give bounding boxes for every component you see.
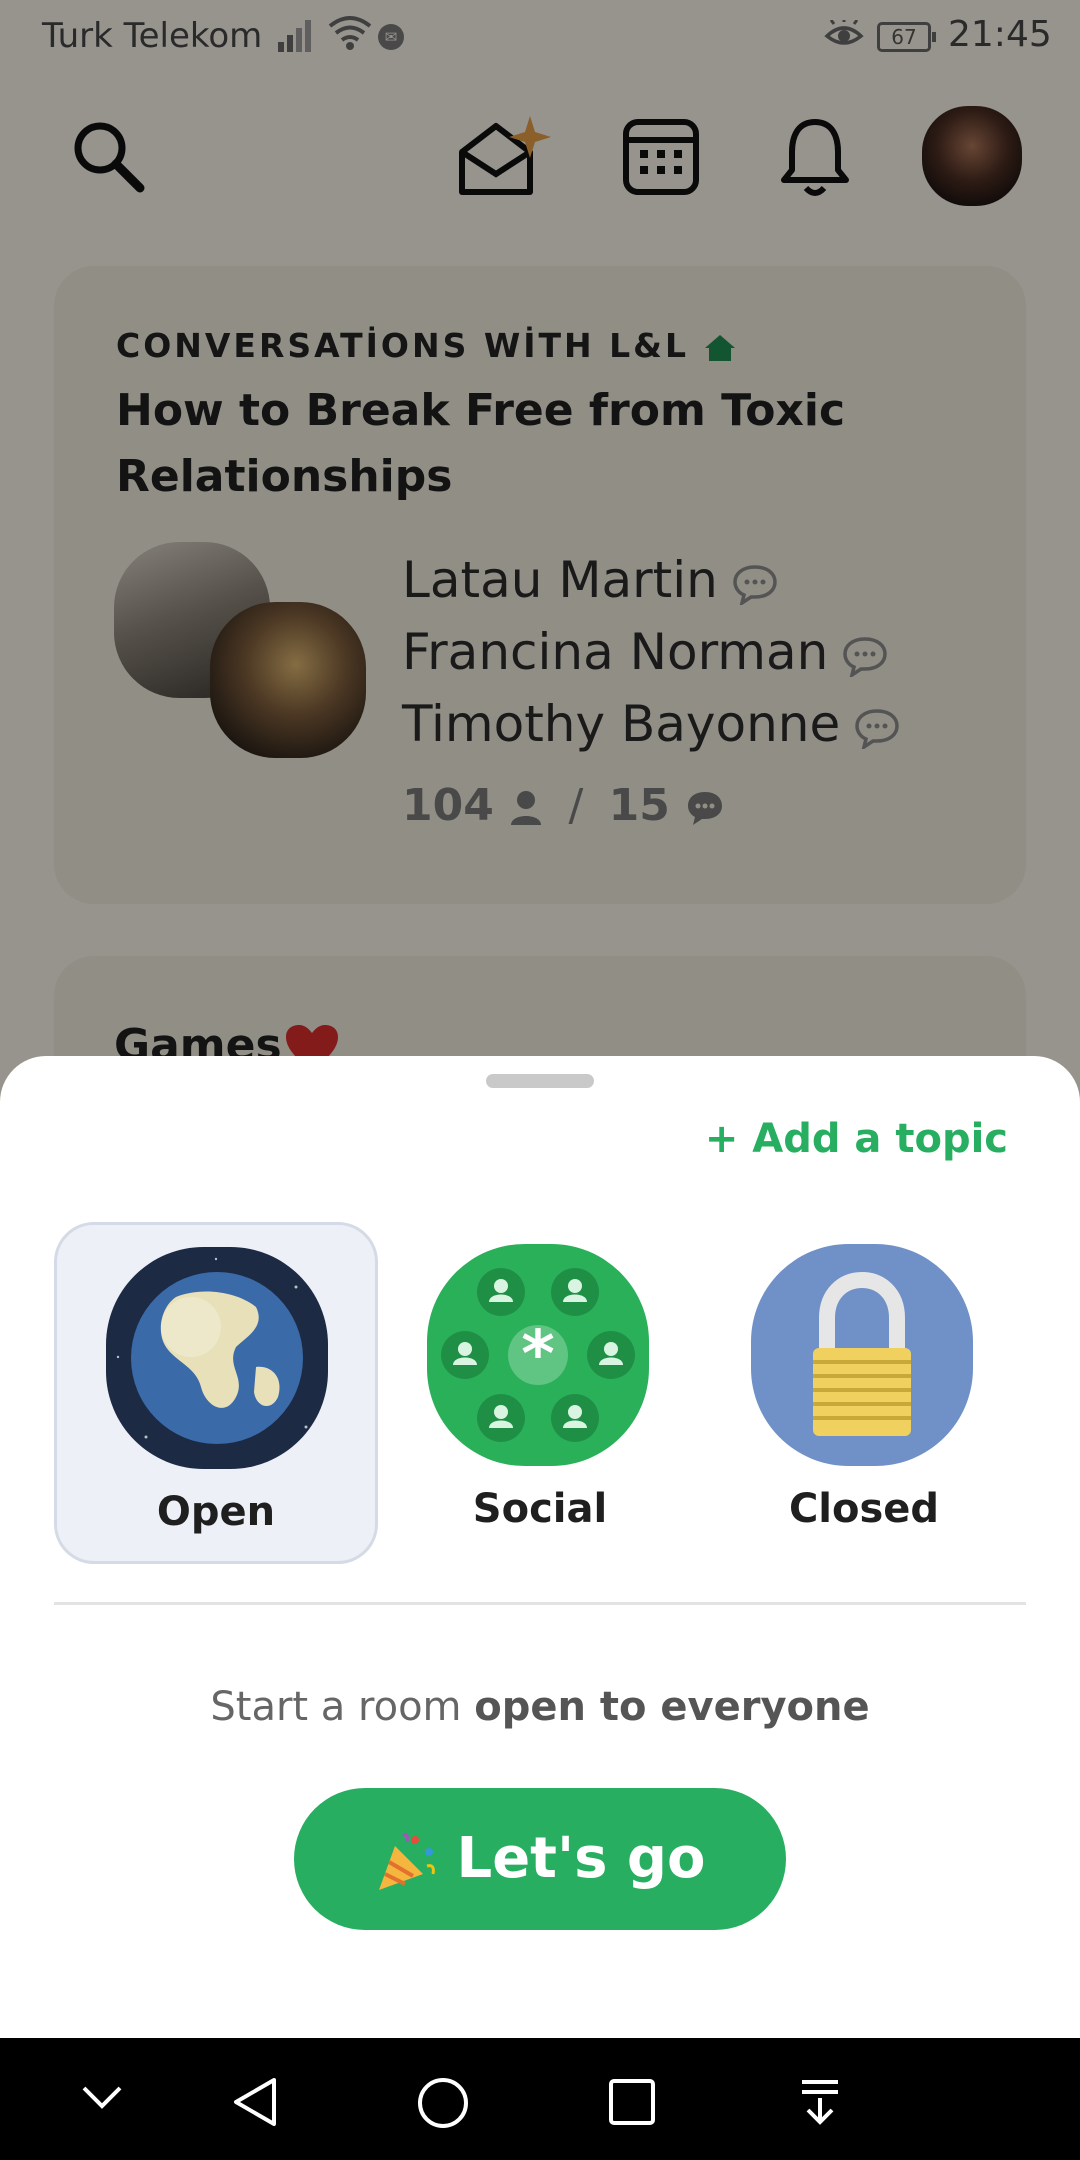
add-topic-button[interactable]: + Add a topic (705, 1116, 1008, 1162)
globe-icon (106, 1247, 328, 1469)
back-icon[interactable] (230, 2076, 280, 2128)
svg-text:*: * (521, 1318, 554, 1392)
recents-icon[interactable] (608, 2078, 656, 2126)
system-navigation-bar (0, 2038, 1080, 2160)
padlock-icon (751, 1244, 973, 1466)
lets-go-button[interactable]: Let's go (294, 1788, 786, 1930)
hide-nav-chevron-icon[interactable] (80, 2082, 124, 2112)
room-type-closed[interactable]: Closed (702, 1222, 1026, 1564)
room-type-label: Closed (788, 1486, 940, 1532)
party-popper-icon (378, 1833, 435, 1890)
room-type-label: Open (156, 1489, 276, 1535)
description-text: Start a room (210, 1684, 475, 1730)
room-type-social[interactable]: * Social (378, 1222, 702, 1564)
social-group-icon: * (427, 1244, 649, 1466)
sheet-drag-handle[interactable] (486, 1074, 594, 1088)
room-type-description: Start a room open to everyone (0, 1684, 1080, 1730)
lets-go-label: Let's go (456, 1826, 706, 1891)
description-emphasis: open to everyone (474, 1684, 870, 1730)
start-room-sheet: + Add a topic Open * Social Closed Start… (0, 1056, 1080, 2038)
room-type-label: Social (472, 1486, 608, 1532)
notification-pulldown-icon[interactable] (798, 2076, 842, 2128)
home-circle-icon[interactable] (416, 2076, 470, 2130)
divider (54, 1602, 1026, 1605)
room-type-open[interactable]: Open (54, 1222, 378, 1564)
